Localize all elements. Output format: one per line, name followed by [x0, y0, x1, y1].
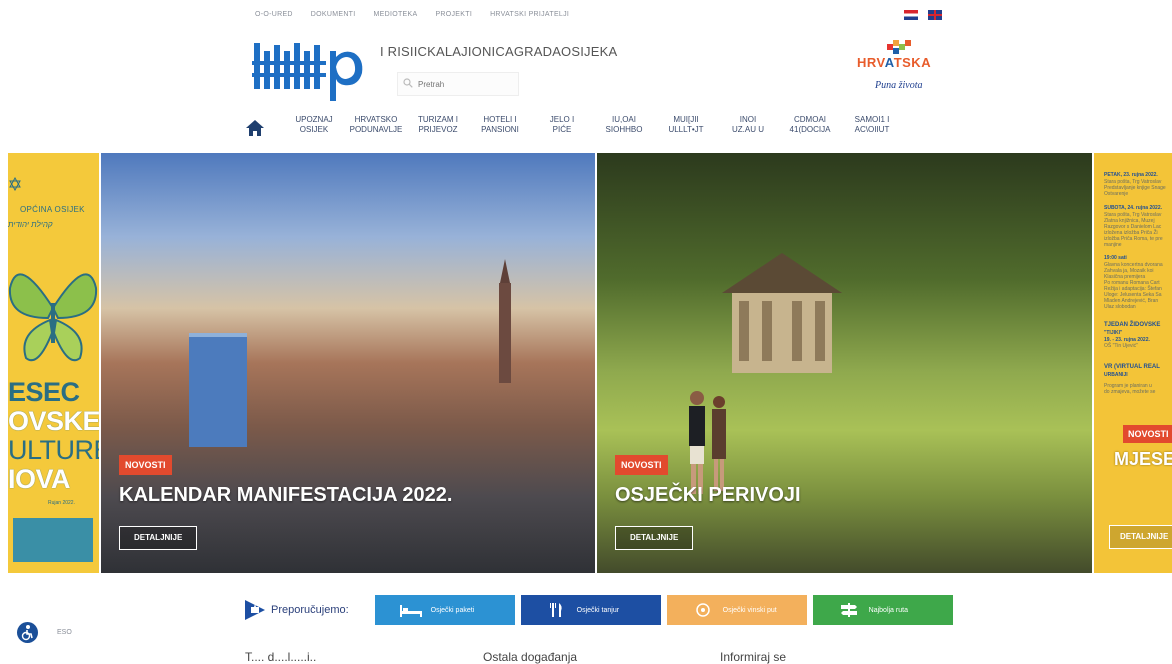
search-box [397, 72, 519, 96]
site-title: I RISIICKALAJIONICAGRADAOSIJEKA [380, 44, 618, 59]
checkerboard-icon [887, 40, 911, 54]
event-line: OŠ "Tin Ujević" [1104, 343, 1138, 349]
language-switcher [904, 10, 942, 20]
nav-item-upoznaj-osijek[interactable]: UPOZNAJ OSIJEK [283, 115, 345, 135]
home-icon[interactable] [245, 118, 265, 138]
org-name: OPĆINA OSIJEK [20, 205, 85, 214]
utility-links: o-o-ured DOKUMENTI MEDIOTEKA PROJEKTI HR… [255, 11, 587, 18]
osjecki-paketi-button[interactable]: Osječki paketi [374, 595, 515, 625]
event-line: SUBOTA, 24. rujna 2022. [1104, 205, 1162, 211]
event-line: Ostvarenje [1104, 191, 1129, 197]
headline-line: OVSKE [8, 406, 99, 436]
wine-icon [695, 603, 710, 617]
nav-item-10[interactable]: SAMOI1 ı AC\OIIUt [841, 115, 903, 135]
english-flag-icon[interactable] [928, 10, 942, 20]
slide-title: KALENDAR MANIFESTACIJA 2022. [119, 484, 453, 506]
thumbs-up-icon [245, 600, 265, 620]
slide-kalendar[interactable]: NOVOSTI KALENDAR MANIFESTACIJA 2022. DET… [101, 153, 595, 573]
cutlery-icon [549, 603, 562, 617]
nav-item-7[interactable]: MUI[JII Ulllt•Jt [655, 115, 717, 135]
city-building-image [189, 333, 247, 447]
section-heading: Informiraj se [720, 650, 787, 664]
brand-word-part: TSKA [893, 55, 932, 70]
utility-link[interactable]: DOKUMENTI [311, 11, 356, 18]
event-line: 19:00 sati [1104, 255, 1127, 261]
side-slide-left[interactable]: OPĆINA OSIJEK קהילת יהודית ESEC OVSKE UL… [8, 153, 99, 573]
walking-couple-image [689, 391, 726, 494]
croatian-flag-icon[interactable] [904, 10, 918, 20]
slide-title: MJESEC [1114, 449, 1172, 469]
star-of-david-icon [9, 177, 21, 191]
details-button[interactable]: DETALJNIJE [615, 526, 694, 550]
event-line: "TIJIKI" [1104, 330, 1123, 336]
brand-wordmark: HRVATSKA [857, 55, 931, 70]
butterfly-icon [8, 273, 98, 362]
event-line: do zmajeva, možete se [1104, 389, 1156, 395]
headline-line: ULTURE [8, 435, 99, 465]
nav-item-hoteli[interactable]: HOTELI I PANSIONI [469, 115, 531, 135]
slide-title: OSJEČKI PERIVOJI [615, 484, 801, 506]
news-badge: NOVOSTI [1123, 425, 1172, 443]
button-label: Osječki vinski put [722, 606, 777, 614]
search-icon [403, 78, 413, 88]
left-panel-footer [13, 518, 93, 562]
event-line: Ulaz slobodan [1104, 304, 1136, 310]
brand-tagline: Puna života [875, 80, 923, 91]
utility-link[interactable]: MEDIOTEKA [374, 11, 418, 18]
button-label: Osječki paketi [430, 606, 475, 614]
left-panel-headline: ESEC OVSKE ULTURE IOVA [8, 378, 99, 494]
site-logo[interactable] [252, 37, 369, 103]
details-button[interactable]: DETALJNIJE [1109, 525, 1172, 549]
brand-word-part: A [884, 55, 894, 70]
bed-icon [399, 605, 422, 617]
recommend-label: Preporučujemo: [271, 604, 349, 616]
news-badge: NOVOSTI [119, 455, 172, 475]
news-badge: NOVOSTI [615, 455, 668, 475]
hebrew-subtitle: קהילת יהודית [8, 220, 53, 229]
church-spire-image [499, 259, 511, 383]
utility-link[interactable]: o-o-ured [255, 11, 293, 18]
najbolja-ruta-button[interactable]: Najbolja ruta [812, 595, 953, 625]
event-line: URBANIJI [1104, 372, 1128, 378]
croatia-brand-logo[interactable]: HRVATSKA Puna života [857, 40, 949, 100]
event-line: PETAK, 23. rujna 2022. [1104, 172, 1158, 178]
event-line: TJEDAN ŽIDOVSKE [1104, 322, 1161, 328]
button-label: Osječki tanjur [576, 606, 620, 614]
left-panel-date: Rujan 2022. [48, 500, 75, 506]
wheelchair-icon [21, 625, 33, 641]
search-input[interactable] [416, 76, 515, 92]
section-heading: T.... d....l.....i.. [245, 650, 317, 664]
button-label: Najbolja ruta [868, 606, 908, 614]
hero-carousel: OPĆINA OSIJEK קהילת יהודית ESEC OVSKE UL… [0, 153, 1172, 573]
accessibility-label[interactable]: ESO [57, 629, 72, 636]
nav-item-6[interactable]: IU,OAI SIOHHbO [593, 115, 655, 135]
utility-link[interactable]: PROJEKTI [435, 11, 472, 18]
details-button[interactable]: DETALJNIJE [119, 526, 198, 550]
gazebo-image [722, 253, 842, 373]
utility-link[interactable]: HRVATSKI PRIJATELJI [490, 11, 569, 18]
osjecki-tanjur-button[interactable]: Osječki tanjur [520, 595, 661, 625]
nav-item-turizam[interactable]: TURIZAM I PRIJEVOZ [407, 115, 469, 135]
slide-perivoji[interactable]: NOVOSTI OSJEČKI PERIVOJI DETALJNIJE [597, 153, 1092, 573]
nav-item-9[interactable]: CDMOAI 41(dOCIJA [779, 115, 841, 135]
headline-line: ESEC [8, 377, 80, 407]
headline-line: IOVA [8, 464, 71, 494]
side-slide-right[interactable]: PETAK, 23. rujna 2022. Stara pošta, Trg … [1094, 153, 1172, 573]
event-line: VR (VIRTUAL REAL [1104, 364, 1160, 370]
event-line: manjine [1104, 242, 1122, 248]
nav-item-jelo[interactable]: JELO I PIĆE [531, 115, 593, 135]
accessibility-icon[interactable] [17, 622, 38, 643]
nav-item-hrvatsko-podunavlje[interactable]: HRVATSKO PODUNAVLJE [345, 115, 407, 135]
brand-word-part: HRV [857, 55, 885, 70]
recommendations-bar: Preporučujemo: Osječki paketi Osječki ta… [243, 595, 959, 625]
section-heading: Ostala događanja [483, 650, 578, 664]
main-nav: UPOZNAJ OSIJEK HRVATSKO PODUNAVLJE TURIZ… [245, 115, 903, 151]
vinski-put-button[interactable]: Osječki vinski put [666, 595, 807, 625]
nav-item-8[interactable]: INOI uz.au u [717, 115, 779, 135]
signpost-icon [840, 603, 857, 617]
